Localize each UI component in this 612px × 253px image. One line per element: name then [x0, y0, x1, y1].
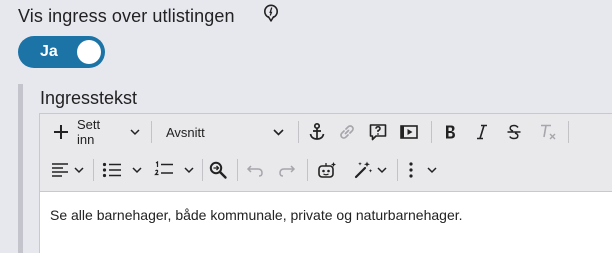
undo-button[interactable]	[242, 155, 268, 185]
toggle-knob	[77, 40, 101, 64]
editor-content[interactable]: Se alle barnehager, både kommunale, priv…	[50, 207, 463, 223]
chevron-down-icon	[377, 167, 387, 174]
link-icon	[340, 125, 354, 139]
chevron-down-icon	[73, 167, 84, 174]
info-pin-icon[interactable]	[263, 4, 279, 22]
show-ingress-toggle[interactable]: Ja	[18, 36, 105, 68]
anchor-button[interactable]	[303, 117, 331, 147]
block-format-select[interactable]: Avsnitt	[160, 117, 290, 147]
numbered-list-icon	[154, 161, 173, 176]
bold-button[interactable]	[436, 117, 464, 147]
field-label: Vis ingress over utlistingen	[18, 6, 235, 26]
magic-tools-button[interactable]	[348, 155, 392, 185]
chevron-down-icon	[184, 167, 194, 174]
clear-format-button[interactable]	[534, 117, 562, 147]
toolbar-separator	[431, 121, 432, 143]
strikethrough-icon	[507, 124, 521, 140]
chevron-down-icon	[130, 129, 140, 136]
undo-icon	[246, 165, 263, 177]
rich-text-editor: Sett inn Avsnitt Se alle barnehager, båd…	[39, 113, 612, 253]
editor-label: Ingresstekst	[40, 88, 138, 108]
toolbar-separator	[93, 159, 94, 181]
ai-assistant-button[interactable]	[313, 155, 341, 185]
chevron-down-icon	[132, 167, 142, 174]
anchor-icon	[309, 122, 325, 140]
toolbar-separator	[568, 121, 569, 143]
redo-icon	[279, 165, 296, 177]
help-text-button[interactable]	[364, 117, 392, 147]
toggle-label: Ja	[40, 43, 58, 60]
block-format-label: Avsnitt	[166, 124, 205, 140]
italic-button[interactable]	[468, 117, 496, 147]
bullet-list-button[interactable]	[98, 155, 146, 185]
media-button[interactable]	[395, 117, 423, 147]
clear-format-icon	[541, 124, 556, 140]
magic-wand-icon	[354, 161, 373, 179]
italic-icon	[477, 124, 487, 140]
insert-menu-label: Sett inn	[76, 117, 101, 147]
robot-icon	[318, 162, 336, 178]
toolbar-separator	[237, 159, 238, 181]
chevron-down-icon	[426, 167, 437, 174]
toolbar-separator	[202, 159, 203, 181]
editor-toolbar: Sett inn Avsnitt	[40, 114, 612, 192]
redo-button[interactable]	[274, 155, 300, 185]
indent-bar	[18, 84, 23, 253]
more-vertical-icon	[408, 162, 413, 178]
link-button[interactable]	[333, 117, 361, 147]
numbered-list-button[interactable]	[150, 155, 198, 185]
more-options-button[interactable]	[402, 155, 442, 185]
align-left-icon	[51, 163, 68, 177]
chevron-down-icon	[273, 129, 284, 136]
strikethrough-button[interactable]	[500, 117, 528, 147]
insert-menu-button[interactable]: Sett inn	[52, 117, 140, 147]
video-icon	[400, 125, 418, 139]
bold-icon	[446, 125, 455, 139]
align-menu-button[interactable]	[46, 155, 88, 185]
toolbar-separator	[397, 159, 398, 181]
bullet-list-icon	[102, 162, 121, 178]
plus-icon	[53, 125, 68, 139]
toolbar-separator	[298, 121, 299, 143]
toolbar-separator	[307, 159, 308, 181]
question-box-icon	[369, 124, 387, 141]
toolbar-separator	[151, 121, 152, 143]
search-replace-icon	[209, 161, 227, 179]
find-replace-button[interactable]	[205, 155, 231, 185]
